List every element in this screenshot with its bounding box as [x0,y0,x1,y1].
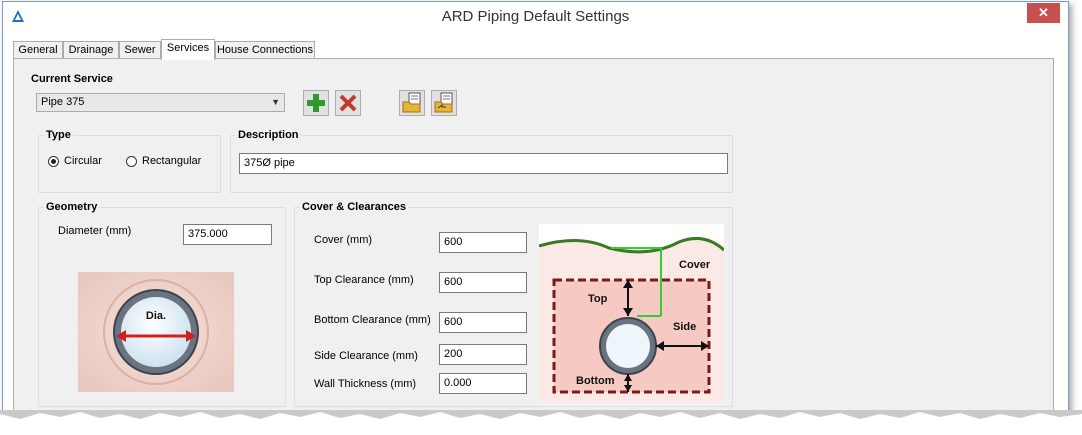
folder-export-icon [434,92,453,113]
current-service-label: Current Service [31,73,113,85]
cover-input[interactable]: 600 [439,232,527,253]
geometry-group-title: Geometry [44,201,100,213]
top-clearance-input[interactable]: 600 [439,272,527,293]
delete-x-icon [339,94,357,112]
clearance-diagram: Cover Top Side Bottom [538,224,726,402]
tab-services[interactable]: Services [161,39,215,60]
rectangular-radio[interactable] [126,156,137,167]
diagram-top-label: Top [588,293,608,305]
tab-sewer[interactable]: Sewer [119,41,161,58]
wall-thickness-input[interactable]: 0.000 [439,373,527,394]
dialog-window: ARD Piping Default Settings ✕ General Dr… [2,1,1069,416]
cover-group-title: Cover & Clearances [300,201,408,213]
diagram-side-label: Side [673,321,696,333]
delete-service-button[interactable] [335,90,361,116]
cover-label: Cover (mm) [314,234,373,246]
title-bar: ARD Piping Default Settings ✕ [3,2,1068,32]
tab-general[interactable]: General [13,41,63,58]
window-title: ARD Piping Default Settings [441,8,630,25]
description-group-title: Description [236,129,301,141]
torn-edge [0,410,1082,435]
add-service-button[interactable] [303,90,329,116]
diameter-label: Diameter (mm) [58,225,132,237]
tab-drainage[interactable]: Drainage [63,41,119,58]
side-clearance-label: Side Clearance (mm) [314,350,418,362]
side-clearance-input[interactable]: 200 [439,344,527,365]
current-service-value: Pipe 375 [41,96,85,108]
diagram-cover-label: Cover [679,259,711,271]
chevron-down-icon: ▼ [271,97,280,107]
close-button[interactable]: ✕ [1027,3,1060,23]
circular-label: Circular [64,155,102,167]
bottom-clearance-label: Bottom Clearance (mm) [314,314,431,326]
diameter-input[interactable]: 375.000 [183,224,272,245]
type-group-title: Type [44,129,73,141]
diagram-bottom-label: Bottom [576,375,615,387]
tab-house-connections[interactable]: House Connections [215,41,315,58]
diameter-diagram: Dia. [78,272,234,392]
services-panel: Current Service Pipe 375 ▼ Type Circular… [13,58,1054,416]
export-settings-button[interactable] [431,90,457,116]
bottom-clearance-input[interactable]: 600 [439,312,527,333]
import-settings-button[interactable] [399,90,425,116]
folder-import-icon [402,92,421,113]
wall-thickness-label: Wall Thickness (mm) [314,378,417,390]
current-service-select[interactable]: Pipe 375 ▼ [36,93,285,112]
rectangular-label: Rectangular [142,155,202,167]
plus-icon [307,94,325,112]
dia-label: Dia. [146,310,166,322]
description-input[interactable]: 375Ø pipe [239,153,728,174]
circular-radio[interactable] [48,156,59,167]
top-clearance-label: Top Clearance (mm) [314,274,414,286]
